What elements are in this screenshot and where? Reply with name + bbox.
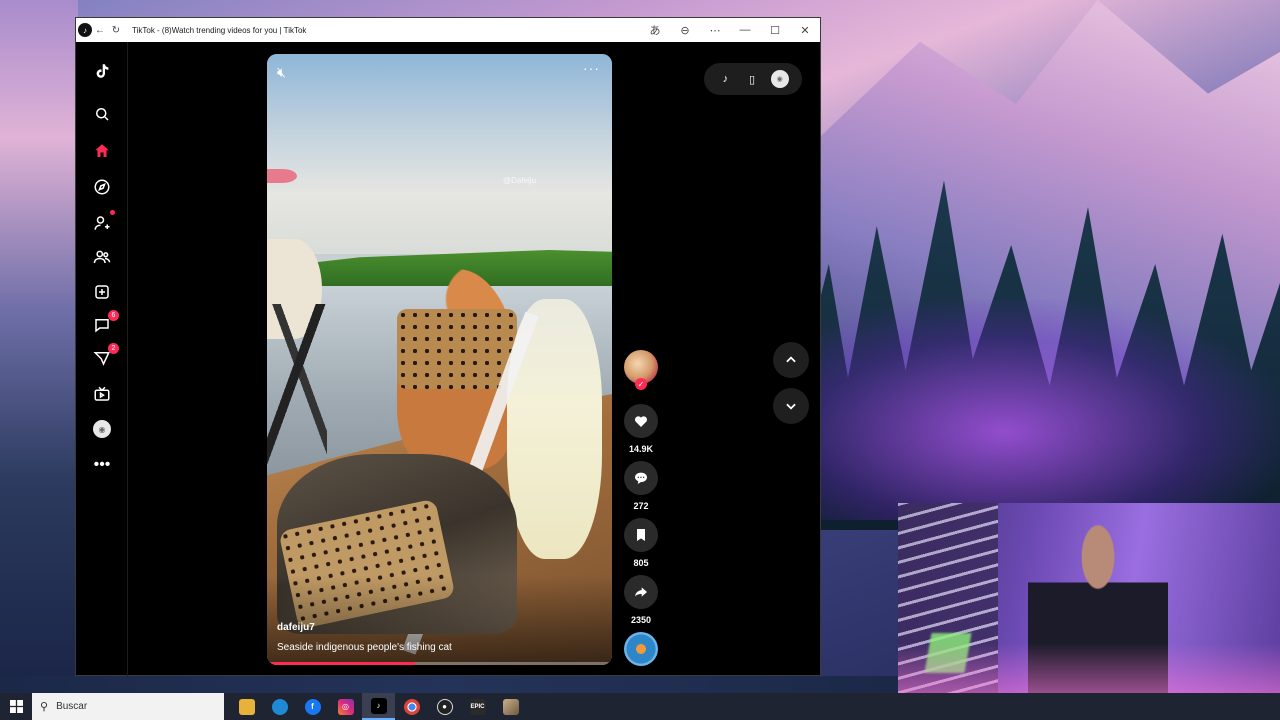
chevron-up-icon [786,356,796,363]
read-aloud-icon[interactable]: あ [640,18,670,42]
close-icon[interactable]: ✕ [790,18,820,42]
top-right-controls: ♪ ▯ ◉ [704,63,802,95]
video-caption: Seaside indigenous people's fishing cat [277,642,452,653]
app-content: 6 2 ◉ ••• @Dafeiju 🔇︎ ··· dafeiju7 Seasi… [76,42,820,676]
maximize-icon[interactable]: ☐ [760,18,790,42]
save-count: 805 [633,558,649,568]
folder-icon [238,698,255,715]
chevron-down-icon [786,403,796,410]
chrome-button[interactable] [395,693,428,720]
phone-icon[interactable]: ▯ [744,71,760,87]
video-tripod [267,304,327,474]
leopard-vest [397,309,517,389]
mute-icon[interactable]: 🔇︎ [277,64,286,81]
epic-games-button[interactable]: EPIC [461,693,494,720]
share-icon[interactable] [624,575,658,609]
edge-button[interactable] [263,693,296,720]
windows-icon [9,700,23,713]
taskbar-apps: f ◎ ♪ ● EPIC [230,693,527,720]
zoom-out-icon[interactable]: ⊖ [670,18,700,42]
start-button[interactable] [0,693,32,720]
obs-icon: ● [436,698,453,715]
more-options-icon[interactable]: ⋯ [700,18,730,42]
video-watermark: @Dafeiju [503,176,537,185]
video-player[interactable]: @Dafeiju 🔇︎ ··· dafeiju7 Seaside indigen… [267,54,612,665]
wallpaper-glow [820,300,1280,520]
following-dot [110,210,115,215]
avatar-icon: ◉ [93,420,111,438]
video-progress-bar[interactable] [267,662,612,665]
search-icon[interactable] [89,101,115,127]
tv-icon[interactable] [89,381,115,407]
share-action[interactable]: 2350 [621,575,661,625]
edge-icon [271,698,288,715]
like-count: 14.9K [628,444,654,454]
video-author[interactable]: dafeiju7 [277,622,315,633]
activity-badge: 2 [108,343,119,354]
minimize-icon[interactable]: — [730,18,760,42]
video-more-icon[interactable]: ··· [583,60,600,76]
music-disc-icon [624,632,658,666]
tiktok-icon: ♪ [370,697,387,714]
plus-square-icon[interactable] [89,279,115,305]
game-button[interactable] [494,693,527,720]
epic-games-icon: EPIC [469,698,486,715]
account-avatar-icon[interactable]: ◉ [770,70,789,88]
heart-icon[interactable] [624,404,658,438]
send-icon[interactable]: 2 [89,343,119,371]
previous-video-button[interactable] [773,342,809,378]
file-explorer-button[interactable] [230,693,263,720]
compass-icon[interactable] [89,174,115,200]
comment-action[interactable]: 272 [621,461,661,511]
title-bar: ♪ ← ↻ TikTok - (8)Watch trending videos … [76,18,820,42]
tiktok-taskbar-button[interactable]: ♪ [362,693,395,720]
tiktok-mode-icon[interactable]: ♪ [717,71,733,87]
back-icon[interactable]: ← [92,18,108,42]
messages-badge: 6 [108,310,119,321]
game-icon [502,698,519,715]
follow-check-icon[interactable]: ✓ [635,378,647,390]
user-add-icon[interactable] [89,210,115,236]
window-title: TikTok - (8)Watch trending videos for yo… [132,25,307,35]
wallpaper-left-strip [0,0,78,690]
webcam-haze [898,643,1280,693]
instagram-icon: ◎ [337,698,354,715]
share-count: 2350 [630,615,652,625]
refresh-icon[interactable]: ↻ [108,18,124,42]
creator-avatar-button[interactable]: ✓ [621,350,661,390]
facebook-button[interactable]: f [296,693,329,720]
creator-avatar: ✓ [624,350,658,390]
video-umbrella [267,169,297,183]
comment-icon[interactable] [624,461,658,495]
sidebar: 6 2 ◉ ••• [76,42,128,676]
home-icon[interactable] [89,138,115,164]
users-icon[interactable] [89,244,115,270]
music-disc-button[interactable] [621,632,661,666]
video-sky [267,54,612,254]
like-action[interactable]: 14.9K [621,404,661,454]
webcam-overlay [898,503,1280,693]
save-action[interactable]: 805 [621,518,661,568]
taskbar: ⚲ Buscar f ◎ ♪ ● EPIC [0,693,1280,720]
instagram-button[interactable]: ◎ [329,693,362,720]
tiktok-logo-icon[interactable] [89,58,115,84]
more-icon[interactable]: ••• [89,452,115,478]
video-orange-cat [397,269,517,469]
search-icon: ⚲ [40,701,49,713]
tiktok-icon: ♪ [78,23,92,37]
taskbar-search[interactable]: ⚲ Buscar [32,693,224,720]
wallpaper-bottom-strip [0,676,900,694]
next-video-button[interactable] [773,388,809,424]
app-window: ♪ ← ↻ TikTok - (8)Watch trending videos … [75,17,821,676]
chrome-icon [403,698,420,715]
message-icon[interactable]: 6 [89,310,119,338]
facebook-icon: f [304,698,321,715]
bookmark-icon[interactable] [624,518,658,552]
comment-count: 272 [633,501,649,511]
taskbar-search-placeholder: Buscar [56,701,88,712]
obs-button[interactable]: ● [428,693,461,720]
video-progress-fill [267,662,416,665]
profile-avatar[interactable]: ◉ [89,416,115,442]
